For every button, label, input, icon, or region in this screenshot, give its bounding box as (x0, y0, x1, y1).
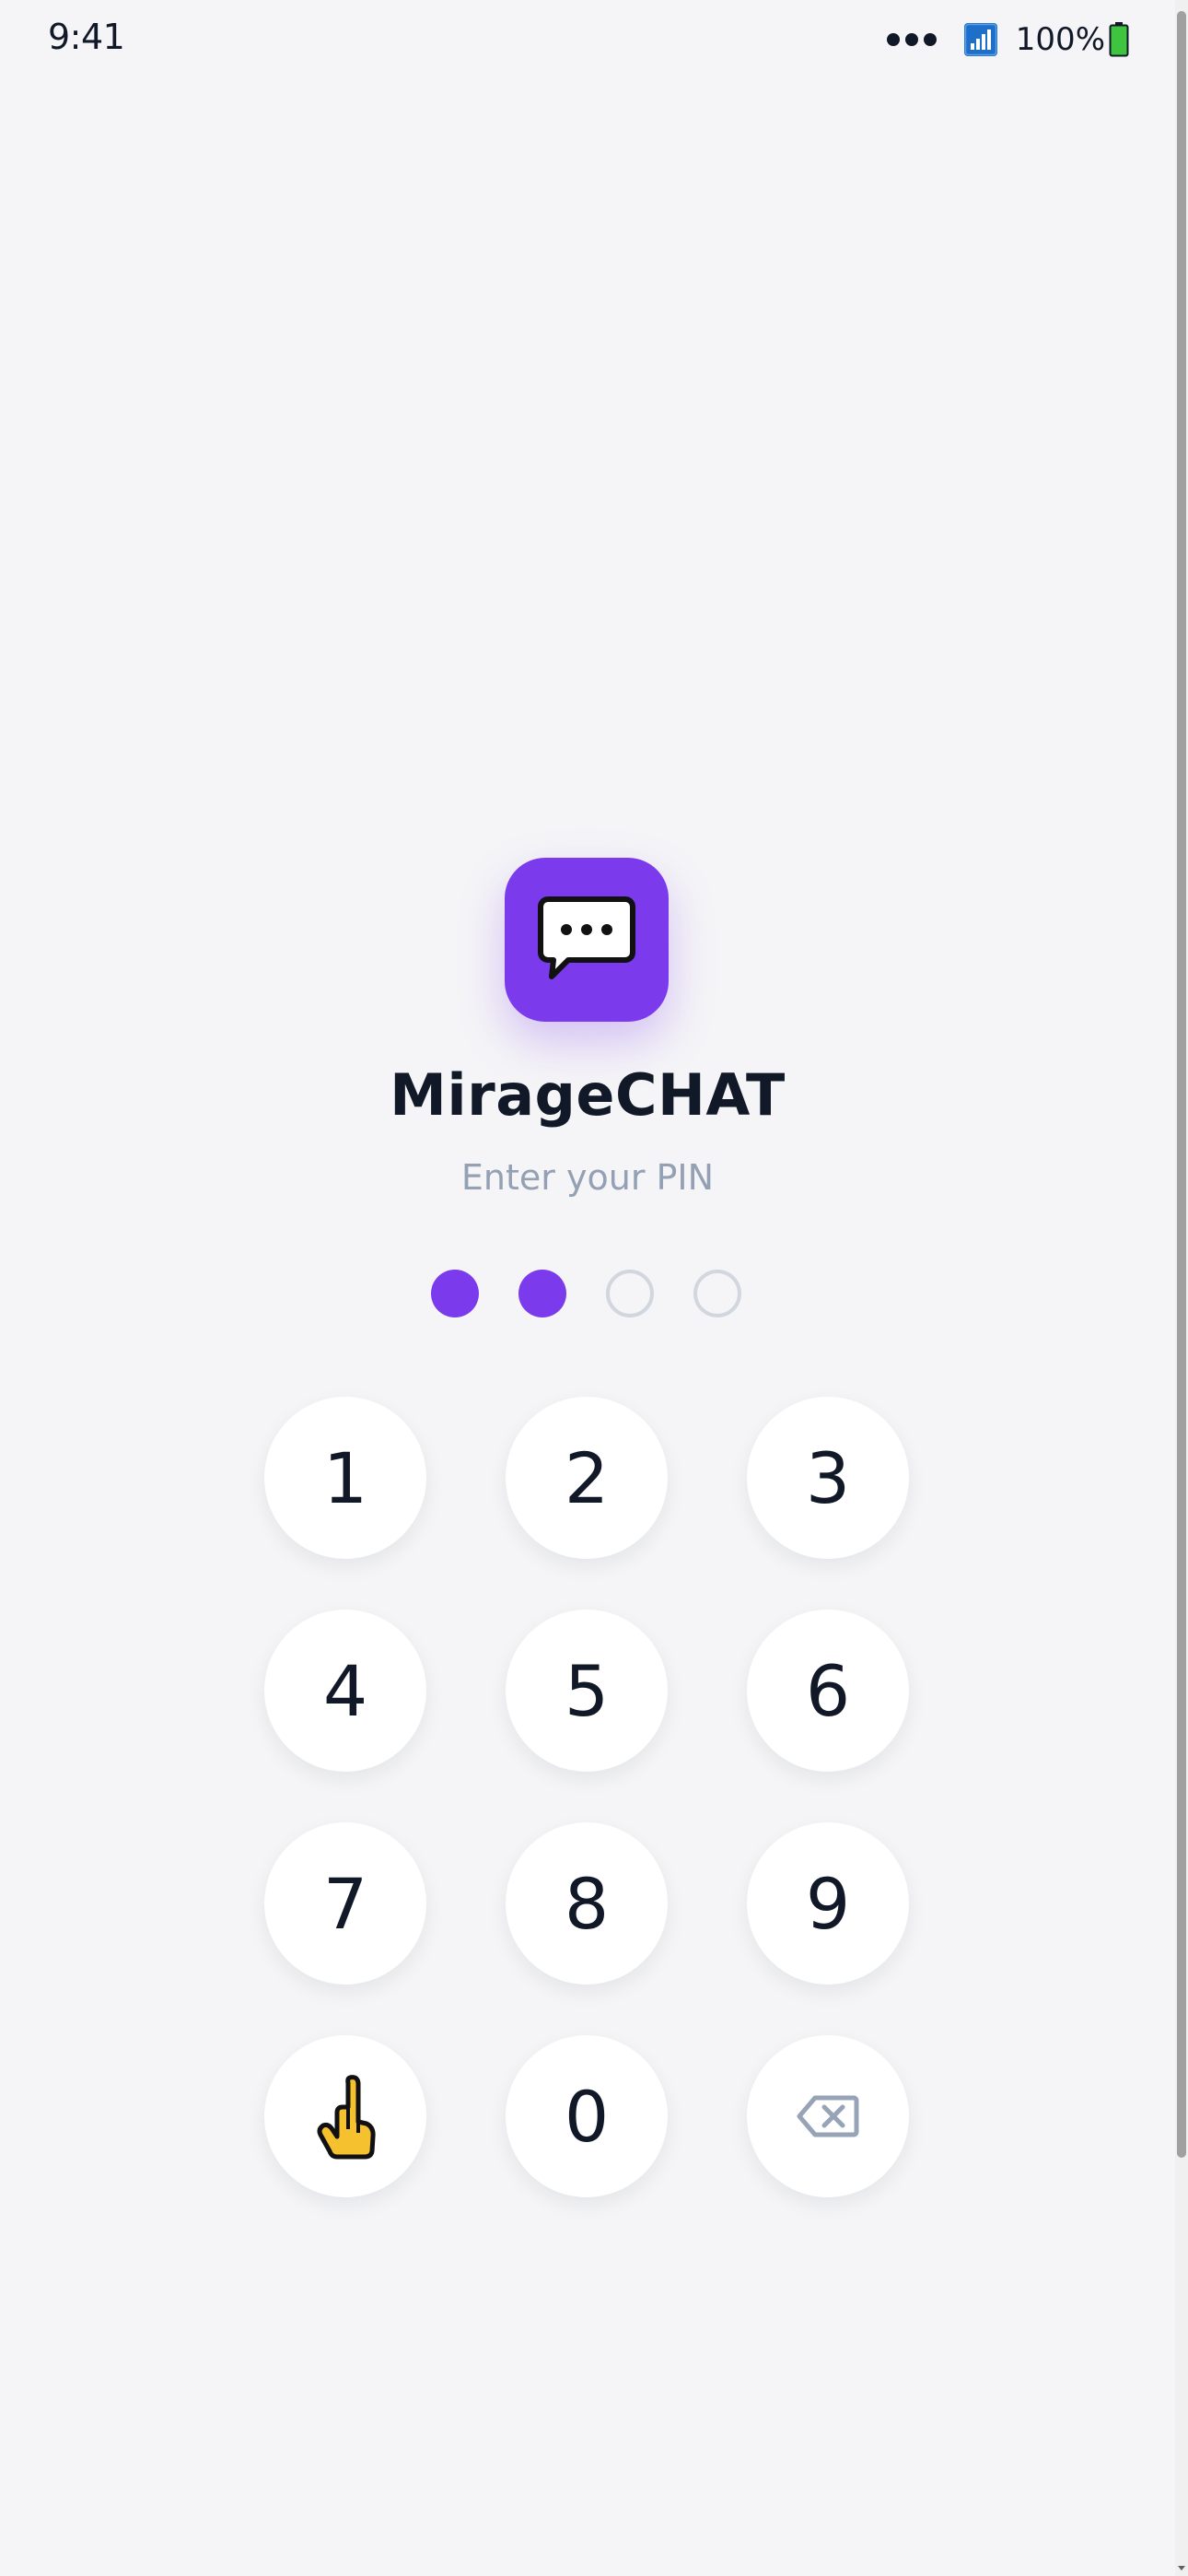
pin-keypad: 1 2 3 4 5 6 7 8 9 0 (264, 1397, 909, 2197)
key-4[interactable]: 4 (264, 1610, 426, 1772)
pin-dot-filled (431, 1270, 479, 1317)
key-label: 3 (805, 1436, 851, 1519)
app-title: MirageCHAT (390, 1061, 786, 1129)
key-label: 2 (564, 1436, 610, 1519)
key-label: 9 (805, 1862, 851, 1945)
pin-indicator (431, 1270, 741, 1317)
battery-percentage: 100% (1015, 21, 1105, 58)
key-1[interactable]: 1 (264, 1397, 426, 1559)
key-label: 1 (322, 1436, 368, 1519)
key-7[interactable]: 7 (264, 1822, 426, 1985)
key-label: 6 (805, 1649, 851, 1732)
key-9[interactable]: 9 (747, 1822, 909, 1985)
status-icons: 100% (886, 17, 1129, 63)
signal-icon (963, 23, 997, 56)
battery-icon (1109, 22, 1129, 57)
status-time: 9:41 (48, 17, 125, 57)
pin-dot-empty (606, 1270, 654, 1317)
biometric-unlock-button[interactable] (264, 2035, 426, 2197)
key-label: 4 (322, 1649, 368, 1732)
key-8[interactable]: 8 (506, 1822, 668, 1985)
key-label: 7 (322, 1862, 368, 1945)
more-dots-icon (886, 33, 937, 46)
key-2[interactable]: 2 (506, 1397, 668, 1559)
key-label: 0 (564, 2075, 610, 2158)
backspace-button[interactable] (747, 2035, 909, 2197)
backspace-icon (797, 2094, 859, 2138)
key-label: 8 (564, 1862, 610, 1945)
pin-dot-filled (518, 1270, 566, 1317)
key-3[interactable]: 3 (747, 1397, 909, 1559)
scrollbar-thumb[interactable] (1177, 11, 1186, 2158)
app-logo (505, 858, 669, 1022)
fingerprint-pointing-hand-icon (315, 2072, 376, 2160)
pin-prompt: Enter your PIN (460, 1157, 715, 1198)
status-bar: 9:41 100% (0, 0, 1175, 81)
key-0[interactable]: 0 (506, 2035, 668, 2197)
key-6[interactable]: 6 (747, 1610, 909, 1772)
scrollbar-track[interactable] (1175, 0, 1188, 2576)
key-5[interactable]: 5 (506, 1610, 668, 1772)
scroll-down-arrow-icon[interactable] (1177, 2563, 1186, 2572)
pin-dot-empty (693, 1270, 741, 1317)
chat-bubble-icon (538, 896, 635, 979)
key-label: 5 (564, 1649, 610, 1732)
